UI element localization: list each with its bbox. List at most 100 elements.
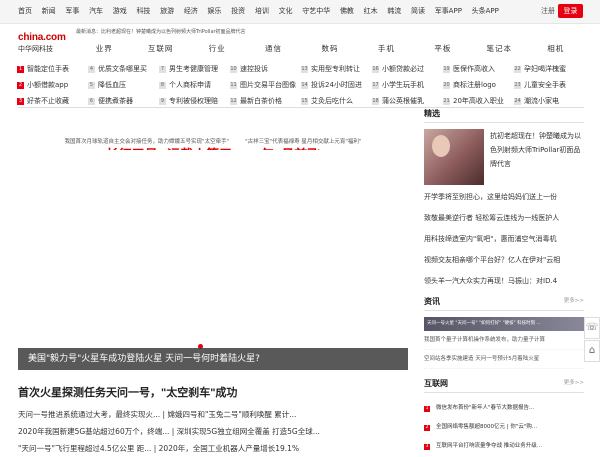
logo-text: china.com — [18, 32, 66, 43]
hot-search-label: 商标注册logo — [453, 81, 496, 89]
category-nav-item[interactable]: 通信 — [245, 40, 301, 58]
recommend-item[interactable]: 视频交友相亲哪个平台好？亿人在伊对"云相 — [424, 250, 584, 271]
headline-sub-links: 我国首次月球轨道自主交会对接任务，助力嫦娥五号实现"太空牵手" "古祥三宝"代表… — [18, 137, 408, 145]
top-nav-item[interactable]: 汽车 — [89, 6, 103, 16]
register-link[interactable]: 注册 — [541, 6, 555, 16]
internet-item[interactable]: 2 全国网络零售额超8000亿元 | 你"云"购... — [424, 418, 584, 437]
recommend-item[interactable]: 致敬最美逆行者 轻松筹云连线为一线医护人 — [424, 208, 584, 229]
rank-badge: 2 — [424, 425, 430, 431]
top-nav-item[interactable]: 韩流 — [387, 6, 401, 16]
hot-search-item[interactable]: 20 商标注册logo — [443, 77, 514, 93]
section-news-list: 天问一号推进系统通过大考，最终实现火... | 嫦娥四号和"玉兔二号"顺利唤醒 … — [18, 406, 408, 457]
hot-search-item[interactable]: 2 小额借款app — [17, 77, 88, 93]
category-nav-item[interactable]: 手机 — [358, 40, 414, 58]
top-nav-item[interactable]: 新闻 — [42, 6, 56, 16]
rank-badge: 14 — [301, 82, 308, 89]
category-nav-item[interactable]: 互联网 — [132, 40, 188, 58]
hot-search-label: 20年高收入职业 — [453, 97, 504, 105]
rank-badge: 8 — [159, 82, 166, 89]
slider-caption[interactable]: 美国"毅力号"火星车成功登陆火星 天问一号何时着陆火星? — [18, 348, 408, 370]
top-nav-item[interactable]: 科技 — [136, 6, 150, 16]
top-nav-item[interactable]: 首页 — [18, 6, 32, 16]
recommend-item[interactable]: 领头羊一汽大众实力再现！马振山：对ID.4 — [424, 271, 584, 292]
hot-search-label: 智能定位手表 — [27, 65, 69, 73]
hot-search-label: 医保作高收入 — [453, 65, 495, 73]
top-nav-item[interactable]: 守艺中华 — [302, 6, 330, 16]
hot-search-item[interactable]: 7 男生考健康管理 — [159, 61, 230, 77]
category-nav-item[interactable]: 行业 — [189, 40, 245, 58]
hot-search-item[interactable]: 4 优质文条哪里买 — [88, 61, 159, 77]
feature-item[interactable]: 抗初老超现在！钟楚曦成为以色列射频大师TriPollar初面品牌代言 — [424, 129, 584, 187]
hot-search-item[interactable]: 1 智能定位手表 — [17, 61, 88, 77]
news-line[interactable]: 天问一号推进系统通过大考，最终实现火... | 嫦娥四号和"玉兔二号"顺利唤醒 … — [18, 406, 408, 423]
site-logo[interactable]: china.com 中华网科技 — [18, 32, 70, 56]
more-link[interactable]: 更多>> — [564, 296, 584, 310]
image-slider[interactable]: 美国"毅力号"火星车成功登陆火星 天问一号何时着陆火星? — [18, 150, 408, 370]
hot-search-label: 图片交易平台图像 — [240, 81, 296, 89]
hot-search-item[interactable]: 5 降低血压 — [88, 77, 159, 93]
zixun-list: 我国首个量子计算机操作系统发布，助力量子计算 空间站各季实施建造 天问一号预计5月… — [424, 331, 584, 369]
zixun-picture[interactable]: 天问一号火星 "天问一号" "如何打好" "硬核" 科技时刻 ... — [424, 317, 584, 331]
zixun-item[interactable]: 空间站各季实施建造 天问一号预计5月着陆火星 — [424, 350, 584, 369]
top-nav-item[interactable]: 娱乐 — [208, 6, 222, 16]
hot-search-item[interactable]: 14 投诉24小时固进 — [301, 77, 372, 93]
top-bar: 首页 新闻 军事 汽车 游戏 科技 旅游 经济 娱乐 投资 培训 文化 守艺中华 佛教 红木 韩流 简读 军事AP… — [0, 0, 600, 24]
top-nav: 首页 新闻 军事 汽车 游戏 科技 旅游 经济 娱乐 投资 培训 文化 守艺中华 佛教 红木 韩流 简读 军事AP… — [18, 6, 509, 16]
rank-badge: 23 — [514, 82, 521, 89]
feature-image[interactable] — [424, 129, 484, 185]
recommend-item[interactable]: 开学季将至别担心，这里给妈妈们送上一份 — [424, 187, 584, 208]
rank-badge: 10 — [230, 66, 237, 73]
top-nav-item[interactable]: 文化 — [279, 6, 293, 16]
hot-search-item[interactable]: 8 个人商标申请 — [159, 77, 230, 93]
top-nav-item[interactable]: 红木 — [364, 6, 378, 16]
top-nav-item[interactable]: 培训 — [255, 6, 269, 16]
zixun-item[interactable]: 我国首个量子计算机操作系统发布，助力量子计算 — [424, 331, 584, 350]
news-line[interactable]: "天问一号"飞行里程超过4.5亿公里 距... | 2020年，全国工业机器人产… — [18, 440, 408, 457]
top-nav-item[interactable]: 旅游 — [160, 6, 174, 16]
rank-badge: 7 — [159, 66, 166, 73]
rank-badge: 22 — [514, 66, 521, 73]
top-nav-item[interactable]: 经济 — [184, 6, 198, 16]
category-nav-item[interactable]: 业界 — [76, 40, 132, 58]
latest-news-ticker[interactable]: 最新消息：比利老超现在！钟楚曦成为以色列射频大师TriPollar初面品牌代言 — [76, 28, 246, 35]
login-button[interactable]: 登录 — [558, 4, 583, 18]
home-icon[interactable]: ⌂ — [584, 340, 600, 362]
hot-search-item[interactable]: 17 小学生玩手机 — [372, 77, 443, 93]
sub-link[interactable]: "古祥三宝"代表福禄寿 星月相交献上元宵"福利" — [245, 137, 361, 145]
top-nav-item[interactable]: 简读 — [411, 6, 425, 16]
hot-search-item[interactable]: 16 小额贷款必过 — [372, 61, 443, 77]
rank-badge: 3 — [424, 444, 430, 450]
rank-badge: 18 — [372, 98, 379, 105]
category-nav-item[interactable]: 笔记本 — [471, 40, 527, 58]
top-nav-item[interactable]: 投资 — [231, 6, 245, 16]
top-nav-item[interactable]: 头条APP — [472, 6, 499, 16]
category-nav-item[interactable]: 相机 — [528, 40, 584, 58]
internet-item[interactable]: 3 互联网平台打响流量争夺战 推动业务升级... — [424, 437, 584, 456]
hot-search-item[interactable]: 10 速控投诉 — [230, 61, 301, 77]
category-nav-item[interactable]: 数码 — [302, 40, 358, 58]
hot-search-item[interactable]: 19 医保作高收入 — [443, 61, 514, 77]
rank-badge: 20 — [443, 82, 450, 89]
internet-item[interactable]: 1 微信发布首份"新年人"春节大数据报告... — [424, 399, 584, 418]
news-line[interactable]: 2020年我国新建5G基站超过60万个，终端... | 深圳实现5G独立组网全覆… — [18, 423, 408, 440]
feature-text[interactable]: 抗初老超现在！钟楚曦成为以色列射频大师TriPollar初面品牌代言 — [484, 129, 584, 187]
category-nav: 业界 互联网 行业 通信 数码 手机 平板 笔记本 相机 — [76, 40, 584, 58]
phone-icon[interactable]: ☏ — [584, 317, 600, 339]
hot-search-item[interactable]: 23 儿童安全手表 — [514, 77, 585, 93]
top-nav-item[interactable]: 游戏 — [113, 6, 127, 16]
top-nav-item[interactable]: 军事APP — [435, 6, 462, 16]
hot-search-item[interactable]: 13 实用型专利转让 — [301, 61, 372, 77]
hot-search-item[interactable]: 22 孕妇喝洋槐蜜 — [514, 61, 585, 77]
rank-badge: 15 — [301, 98, 308, 105]
category-nav-item[interactable]: 平板 — [415, 40, 471, 58]
top-nav-item[interactable]: 佛教 — [340, 6, 354, 16]
more-link[interactable]: 更多>> — [564, 378, 584, 392]
divider — [424, 310, 584, 311]
recommend-item[interactable]: 用科技缔造室内"氧吧"，惠而浦空气消毒机 — [424, 229, 584, 250]
section-title[interactable]: 首次火星探测任务天问一号，"太空刹车"成功 — [18, 384, 237, 400]
rank-badge: 9 — [159, 98, 166, 105]
top-nav-item[interactable]: 军事 — [65, 6, 79, 16]
hot-search-label: 艾灸后吃什么 — [311, 97, 353, 105]
sub-link[interactable]: 我国首次月球轨道自主交会对接任务，助力嫦娥五号实现"太空牵手" — [65, 137, 230, 145]
hot-search-item[interactable]: 11 图片交易平台图像 — [230, 77, 301, 93]
